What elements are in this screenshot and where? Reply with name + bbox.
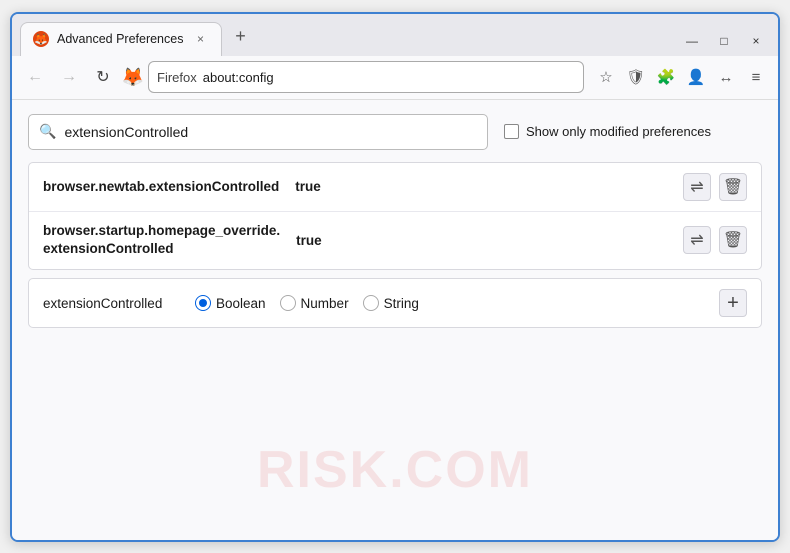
table-row: browser.startup.homepage_override. exten… xyxy=(29,212,761,270)
page-content: RISK.COM 🔍 Show only modified preference… xyxy=(12,100,778,540)
radio-number-label: Number xyxy=(301,296,349,311)
browser-name-label: Firefox xyxy=(157,70,197,85)
browser-window: Advanced Preferences × + — □ × ← → ↻ 🦊 F… xyxy=(10,12,780,542)
extension-icon[interactable]: 🧩 xyxy=(652,63,680,91)
firefox-logo: 🦊 xyxy=(122,66,144,88)
add-pref-name: extensionControlled xyxy=(43,296,173,311)
minimize-button[interactable]: — xyxy=(678,30,706,52)
pref-name-1: browser.newtab.extensionControlled xyxy=(43,179,279,194)
menu-icon[interactable]: ≡ xyxy=(742,63,770,91)
pref-name-2: browser.startup.homepage_override. exten… xyxy=(43,222,280,260)
pref-name-2-line2: extensionControlled xyxy=(43,241,174,256)
show-modified-text: Show only modified preferences xyxy=(526,124,711,139)
window-controls: — □ × xyxy=(678,30,770,56)
tab-favicon xyxy=(33,31,49,47)
show-modified-checkbox[interactable] xyxy=(504,124,519,139)
profile-icon[interactable]: 👤 xyxy=(682,63,710,91)
add-pref-button[interactable]: + xyxy=(719,289,747,317)
forward-button[interactable]: → xyxy=(54,62,84,92)
back-button[interactable]: ← xyxy=(20,62,50,92)
search-bar: 🔍 Show only modified preferences xyxy=(28,114,762,150)
radio-string-circle[interactable] xyxy=(363,295,379,311)
delete-button-2[interactable]: 🗑 xyxy=(719,226,747,254)
pref-value-1: true xyxy=(295,179,321,194)
swap-button-1[interactable]: ⇌ xyxy=(683,173,711,201)
radio-number-circle[interactable] xyxy=(280,295,296,311)
add-pref-row: extensionControlled Boolean Number Strin… xyxy=(28,278,762,328)
bookmark-icon[interactable]: ☆ xyxy=(592,63,620,91)
nav-bar: ← → ↻ 🦊 Firefox about:config ☆ 🛡 🧩 👤 ↔ ≡ xyxy=(12,56,778,100)
tab-close-button[interactable]: × xyxy=(191,30,209,48)
radio-number[interactable]: Number xyxy=(280,295,349,311)
back-icon: ← xyxy=(27,68,43,86)
results-table: browser.newtab.extensionControlled true … xyxy=(28,162,762,271)
delete-button-1[interactable]: 🗑 xyxy=(719,173,747,201)
pref-name-2-line1: browser.startup.homepage_override. xyxy=(43,223,280,238)
show-modified-label[interactable]: Show only modified preferences xyxy=(504,124,711,139)
radio-boolean[interactable]: Boolean xyxy=(195,295,266,311)
search-icon: 🔍 xyxy=(39,123,56,140)
tab-title: Advanced Preferences xyxy=(57,32,183,46)
address-bar[interactable]: Firefox about:config xyxy=(148,61,584,93)
tab-bar: Advanced Preferences × + — □ × xyxy=(12,14,778,56)
close-button[interactable]: × xyxy=(742,30,770,52)
radio-string[interactable]: String xyxy=(363,295,419,311)
shield-icon[interactable]: 🛡 xyxy=(622,63,650,91)
watermark: RISK.COM xyxy=(257,440,533,500)
address-text: about:config xyxy=(203,70,575,85)
nav-icons: ☆ 🛡 🧩 👤 ↔ ≡ xyxy=(592,63,770,91)
restore-button[interactable]: □ xyxy=(710,30,738,52)
search-input[interactable] xyxy=(64,124,477,140)
swap-button-2[interactable]: ⇌ xyxy=(683,226,711,254)
radio-group: Boolean Number String xyxy=(195,295,419,311)
search-input-wrapper: 🔍 xyxy=(28,114,488,150)
reload-icon: ↻ xyxy=(96,67,109,87)
table-row: browser.newtab.extensionControlled true … xyxy=(29,163,761,212)
radio-boolean-circle[interactable] xyxy=(195,295,211,311)
pref-value-2: true xyxy=(296,233,322,248)
forward-icon: → xyxy=(61,68,77,86)
reload-button[interactable]: ↻ xyxy=(88,62,118,92)
new-tab-button[interactable]: + xyxy=(226,22,254,50)
radio-string-label: String xyxy=(384,296,419,311)
history-icon[interactable]: ↔ xyxy=(712,63,740,91)
row-actions-1: ⇌ 🗑 xyxy=(683,173,747,201)
row-actions-2: ⇌ 🗑 xyxy=(683,226,747,254)
active-tab[interactable]: Advanced Preferences × xyxy=(20,22,222,56)
radio-boolean-label: Boolean xyxy=(216,296,266,311)
